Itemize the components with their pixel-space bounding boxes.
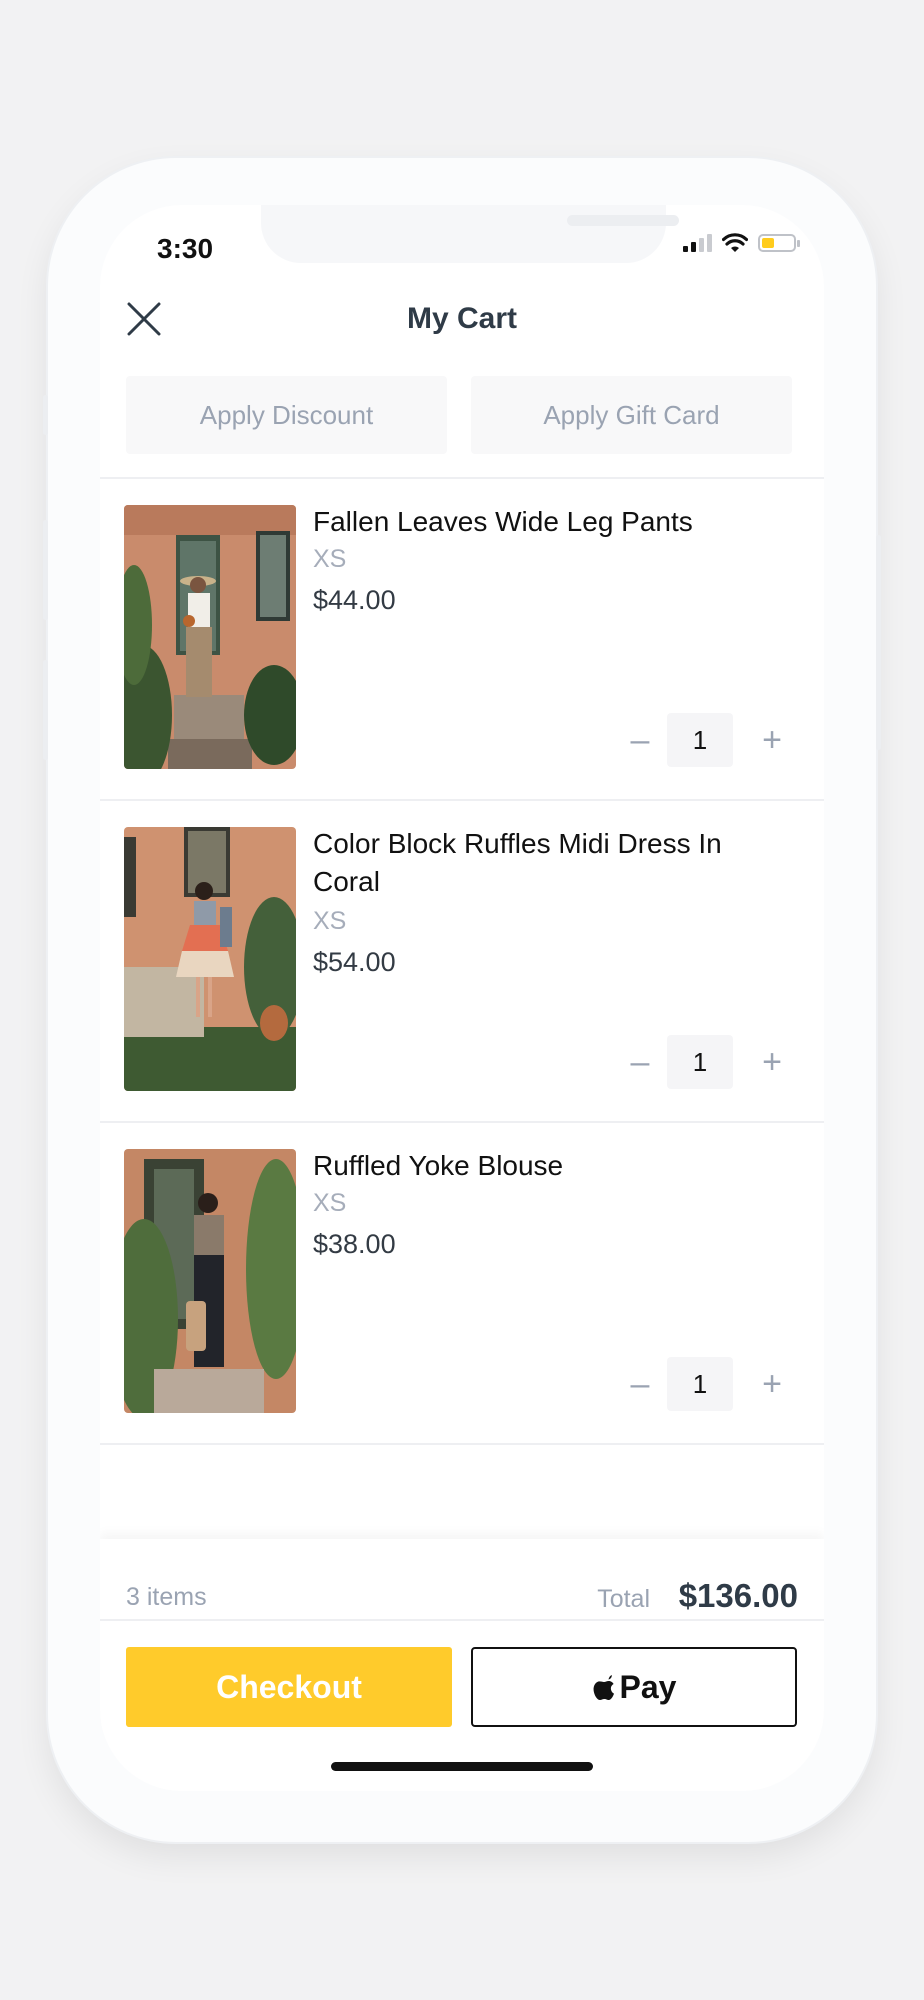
product-name[interactable]: Color Block Ruffles Midi Dress In Coral [313,825,743,901]
wifi-icon [722,233,748,252]
product-name[interactable]: Ruffled Yoke Blouse [313,1147,743,1185]
divider [100,477,824,479]
status-icons [683,233,800,253]
total-value: $136.00 [678,1577,798,1614]
divider [100,1121,824,1123]
cart-footer: 3 items Total $136.00 Checkout Pay [100,1539,824,1791]
quantity-stepper: – 1 + [618,1357,782,1411]
signal-icon [683,234,712,252]
quantity-value: 1 [667,713,733,767]
apple-pay-label: Pay [619,1668,677,1705]
divider [100,1443,824,1445]
product-image[interactable] [124,1149,296,1413]
phone-volume-up [43,520,48,620]
app-screen: 3:30 My Cart Apply Discount Apply Gift C… [100,205,824,1791]
plus-icon[interactable]: + [750,1035,794,1089]
apply-discount-button[interactable]: Apply Discount [126,376,447,454]
product-price: $38.00 [313,1229,396,1259]
checkout-button[interactable]: Checkout [126,1647,452,1727]
product-image[interactable] [124,827,296,1091]
quantity-value: 1 [667,1035,733,1089]
cart-item: Fallen Leaves Wide Leg Pants XS $44.00 –… [100,481,824,801]
quantity-stepper: – 1 + [618,1035,782,1089]
phone-volume-down [43,660,48,760]
cart-item: Ruffled Yoke Blouse XS $38.00 – 1 + [100,1125,824,1445]
phone-power-button [876,535,881,750]
quantity-stepper: – 1 + [618,713,782,767]
battery-icon [758,234,800,252]
product-image[interactable] [124,505,296,769]
minus-icon[interactable]: – [618,713,662,767]
product-price: $54.00 [313,947,396,977]
speaker [567,215,679,226]
product-size: XS [313,545,347,573]
cart-item: Color Block Ruffles Midi Dress In Coral … [100,803,824,1123]
divider [100,1619,824,1621]
divider [100,799,824,801]
plus-icon[interactable]: + [750,1357,794,1411]
minus-icon[interactable]: – [618,1035,662,1089]
minus-icon[interactable]: – [618,1357,662,1411]
home-indicator [331,1762,593,1771]
total-label: Total [597,1585,650,1613]
status-time: 3:30 [157,233,214,264]
plus-icon[interactable]: + [750,713,794,767]
page-title: My Cart [406,302,518,335]
product-size: XS [313,907,347,935]
apple-logo-icon [593,1675,614,1700]
items-count: 3 items [126,1583,207,1611]
apply-gift-card-button[interactable]: Apply Gift Card [471,376,792,454]
notch [261,205,679,263]
product-name[interactable]: Fallen Leaves Wide Leg Pants [313,503,743,541]
product-price: $44.00 [313,585,396,615]
phone-silent-switch [43,395,48,435]
quantity-value: 1 [667,1357,733,1411]
apple-pay-button[interactable]: Pay [471,1647,797,1727]
product-size: XS [313,1189,347,1217]
